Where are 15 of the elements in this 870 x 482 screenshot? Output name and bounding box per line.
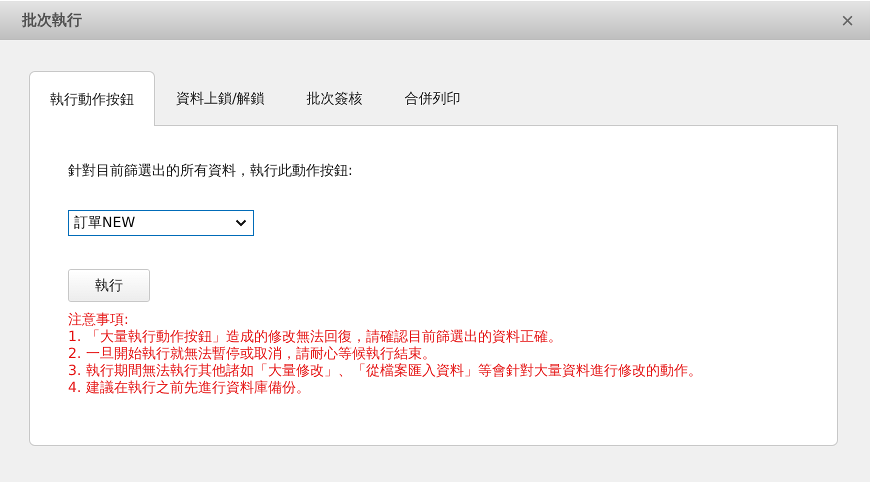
dropdown-field[interactable]: 訂單NEW [68, 210, 254, 236]
instruction-text: 針對目前篩選出的所有資料，執行此動作按鈕: [68, 162, 354, 180]
close-button[interactable]: × [837, 10, 858, 32]
tab[interactable]: 批次簽核 [286, 71, 384, 125]
note-text: 3. 執行期間無法執行其他諸如「大量修改」、「從檔案匯入資料」等會針對大量資料進行修改的動作。 [68, 363, 703, 380]
window-title: 批次執行 [22, 11, 82, 30]
notes-heading: 注意事項: [68, 312, 130, 329]
note-text: 2. 一旦開始執行就無法暫停或取消，請耐心等候執行結束。 [68, 346, 437, 363]
chevron-down-icon [235, 219, 247, 227]
tab[interactable]: 合併列印 [384, 71, 482, 125]
note-text: 1. 「大量執行動作按鈕」造成的修改無法回復，請確認目前篩選出的資料正確。 [68, 329, 563, 346]
execute-button[interactable]: 執行 [68, 269, 150, 302]
note-text: 4. 建議在執行之前先進行資料庫備份。 [68, 380, 311, 397]
tab[interactable]: 執行動作按鈕 [29, 71, 155, 126]
tab[interactable]: 資料上鎖/解鎖 [155, 71, 286, 125]
